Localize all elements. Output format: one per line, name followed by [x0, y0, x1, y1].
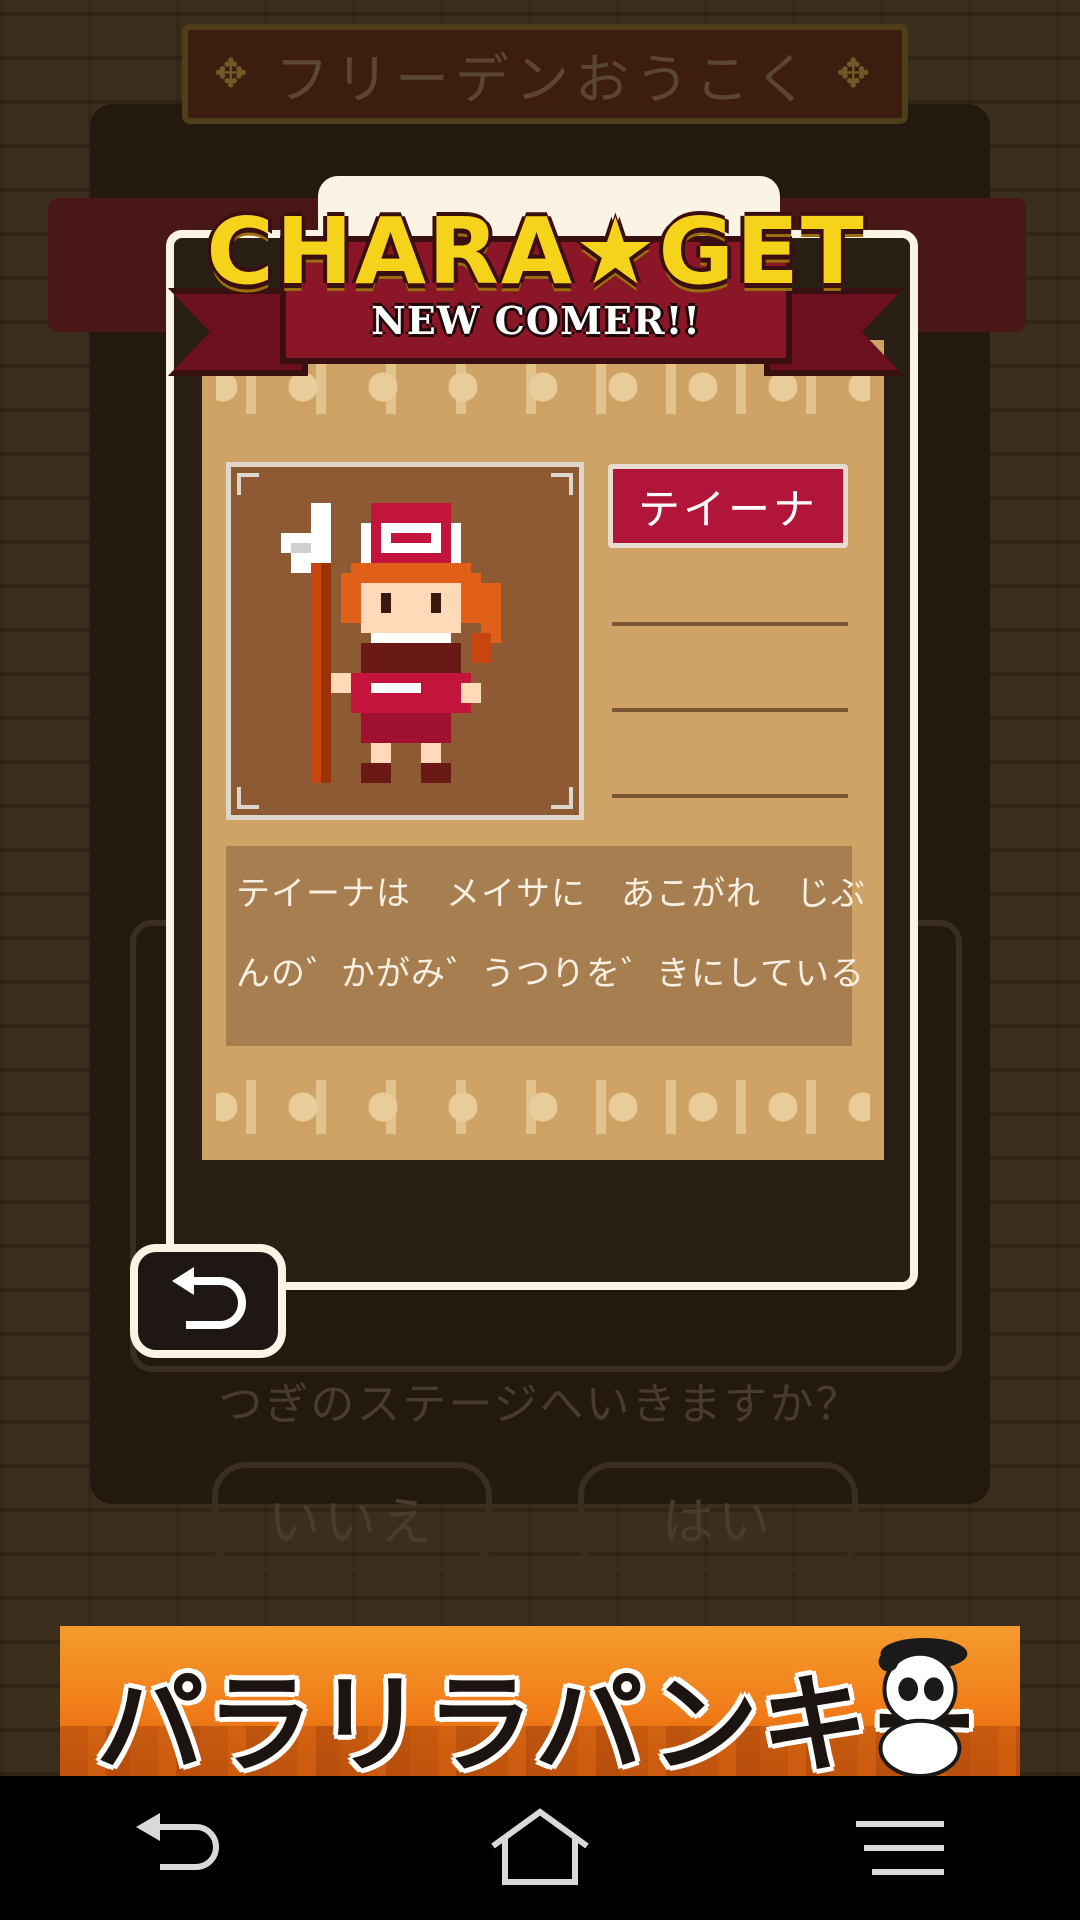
stat-line — [612, 794, 848, 798]
back-button[interactable] — [130, 1244, 286, 1358]
character-portrait — [226, 462, 584, 820]
nav-home-button[interactable] — [470, 1798, 610, 1898]
next-stage-question: つぎのステージへいきますか？ — [218, 1379, 862, 1430]
character-description: テイーナは メイサに あこがれ じぶ んの゛かがみ゛うつりを゛きにしている — [226, 846, 866, 1046]
nav-menu-button[interactable] — [830, 1798, 970, 1898]
system-navigation-bar — [0, 1776, 1080, 1920]
yes-button[interactable]: はい — [578, 1462, 858, 1572]
panda-mascot-icon — [878, 1637, 968, 1776]
description-line: んの゛かがみ゛うつりを゛きにしている — [236, 954, 865, 994]
location-title-plate: ✥ フリーデンおうこく ✥ — [182, 24, 908, 124]
stat-line — [612, 622, 848, 626]
character-sprite-icon — [281, 503, 501, 783]
return-arrow-icon — [172, 1267, 246, 1329]
home-icon — [491, 1808, 589, 1885]
frame-corner — [551, 787, 573, 809]
location-title: フリーデンおうこく — [275, 47, 815, 111]
back-arrow-icon — [136, 1813, 219, 1870]
character-name-plate: テイーナ — [608, 464, 848, 548]
new-comer-subtitle: NEW COMER!! — [371, 298, 701, 343]
frame-corner — [551, 473, 573, 495]
no-button[interactable]: いいえ — [212, 1462, 492, 1572]
ad-text: パラリラパンキー — [96, 1663, 981, 1776]
frame-corner — [237, 473, 259, 495]
chara-get-title: CHARA★GET — [206, 198, 866, 305]
ornament-icon: ✥ — [836, 51, 876, 97]
nav-back-button[interactable] — [110, 1798, 250, 1898]
ornament-divider-bottom — [216, 1080, 870, 1134]
description-line: テイーナは メイサに あこがれ じぶ — [236, 874, 866, 914]
frame-corner — [237, 787, 259, 809]
chara-get-ribbon: CHARA★GET NEW COMER!! — [168, 198, 904, 396]
stat-line — [612, 708, 848, 712]
ad-banner[interactable]: パラリラパンキー — [60, 1626, 1020, 1776]
ornament-icon: ✥ — [214, 51, 254, 97]
character-name: テイーナ — [637, 484, 818, 534]
menu-icon — [856, 1821, 944, 1875]
